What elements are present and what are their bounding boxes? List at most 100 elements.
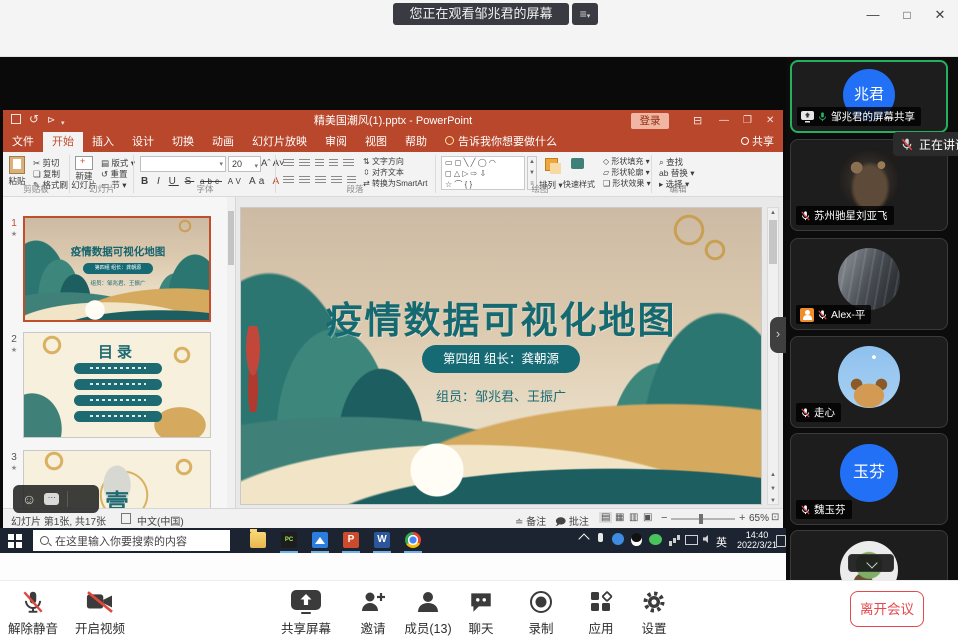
previous-slide-button[interactable]: ▲	[768, 472, 778, 478]
fit-slide-icon[interactable]: ⊡	[771, 512, 779, 523]
indent-decrease-icon[interactable]	[315, 159, 324, 168]
tab-slideshow[interactable]: 幻灯片放映	[243, 132, 316, 152]
grow-font-button[interactable]: Aˆ A˅	[261, 158, 285, 169]
chrome-icon[interactable]	[405, 532, 421, 548]
blue-app-icon[interactable]	[312, 532, 328, 548]
participant-tile[interactable]: Alex-平	[790, 238, 948, 330]
scroll-up-icon[interactable]: ▲	[768, 208, 778, 218]
notes-button[interactable]: ≐ 备注	[515, 513, 546, 528]
scroll-down-icon[interactable]: ▼	[768, 498, 778, 504]
participant-tile-sharer[interactable]: 兆君 邹兆君的屏幕共享	[790, 60, 948, 133]
maximize-button[interactable]: □	[896, 6, 918, 24]
zoom-slider-thumb[interactable]	[699, 514, 703, 524]
action-center-icon[interactable]	[776, 535, 786, 547]
tab-design[interactable]: 设计	[123, 132, 163, 152]
shape-fill-button[interactable]: ◇ 形状填充 ▾	[603, 156, 650, 167]
participant-name: 走心	[814, 405, 835, 420]
participant-name-chip: 魏玉芬	[796, 500, 852, 519]
slide-sorter-view-icon[interactable]: ▦	[615, 512, 624, 523]
slide-scrollbar[interactable]: ▲ ▲ ▼ ▼	[767, 207, 779, 505]
font-name-select[interactable]: ▾	[140, 156, 226, 172]
align-left-icon[interactable]	[283, 176, 294, 185]
pycharm-icon[interactable]: PC	[281, 532, 297, 548]
align-center-icon[interactable]	[299, 176, 310, 185]
minimize-button[interactable]: —	[862, 6, 884, 24]
participant-tile[interactable]: 玉芬 魏玉芬	[790, 433, 948, 525]
group-divider	[275, 155, 276, 193]
bullets-icon[interactable]	[283, 159, 294, 168]
ppt-close-icon[interactable]: ✕	[766, 114, 774, 128]
zoom-out-button[interactable]: −	[661, 512, 667, 524]
language-indicator[interactable]: 中文(中国)	[137, 513, 184, 528]
chat-bubble-icon[interactable]: ···	[44, 493, 59, 505]
ribbon-options-icon[interactable]: ⊟	[693, 114, 702, 128]
indent-increase-icon[interactable]	[329, 159, 338, 168]
tell-me-box[interactable]: 告诉我你想要做什么	[436, 132, 566, 152]
tab-transitions[interactable]: 切换	[163, 132, 203, 152]
shape-effects-button[interactable]: ❑ 形状效果 ▾	[603, 178, 651, 189]
main-slide-canvas[interactable]: 疫情数据可视化地图 第四组 组长：龚朝源 组员：邹兆君、王振广	[240, 207, 762, 505]
tab-file[interactable]: 文件	[3, 132, 43, 152]
collapse-videos-button[interactable]	[848, 554, 894, 572]
arrange-icon[interactable]	[545, 158, 558, 171]
thumbnail-scrollbar[interactable]	[227, 197, 235, 508]
align-text-button[interactable]: ⇳ 对齐文本	[363, 167, 404, 178]
emoji-smiley-icon[interactable]: ☺	[22, 491, 36, 507]
font-size-select[interactable]: 20▾	[228, 156, 261, 172]
word-icon[interactable]: W	[374, 532, 390, 548]
tab-home[interactable]: 开始	[43, 132, 83, 152]
slideshow-view-icon[interactable]: ▣	[643, 512, 652, 523]
text-direction-button[interactable]: ⇅ 文字方向	[363, 156, 404, 167]
line-spacing-icon[interactable]	[343, 159, 354, 168]
shape-outline-button[interactable]: ▱ 形状轮廓 ▾	[603, 167, 650, 178]
zoom-percent[interactable]: 65%	[749, 513, 769, 524]
windows-start-button[interactable]	[8, 534, 14, 540]
tab-insert[interactable]: 插入	[83, 132, 123, 152]
group-font-label: 字体	[178, 183, 232, 195]
slide-thumbnail-2[interactable]: 目录	[23, 332, 211, 438]
tab-animations[interactable]: 动画	[203, 132, 243, 152]
tray-network-icon[interactable]	[669, 541, 672, 546]
sidebar-collapse-handle[interactable]: ›	[770, 317, 786, 353]
quick-styles-button[interactable]: 快速样式	[563, 179, 595, 190]
tab-help[interactable]: 帮助	[396, 132, 436, 152]
ime-indicator[interactable]: 英	[716, 534, 727, 550]
ppt-share-button[interactable]: 共享	[732, 132, 783, 152]
ppt-login-button[interactable]: 登录	[631, 113, 669, 129]
align-right-icon[interactable]	[315, 176, 326, 185]
settings-button[interactable]: 设置	[616, 588, 692, 637]
close-button[interactable]: ✕	[929, 6, 951, 24]
share-screen-button[interactable]: 共享屏幕	[268, 588, 344, 637]
reading-view-icon[interactable]: ▥	[629, 512, 638, 523]
slide-scrollbar-thumb[interactable]	[769, 220, 777, 264]
leave-meeting-button[interactable]: 离开会议	[850, 591, 924, 627]
paste-icon[interactable]	[9, 156, 25, 174]
normal-view-icon[interactable]: ▤	[599, 512, 612, 523]
tray-expand-icon[interactable]	[578, 533, 589, 544]
numbering-icon[interactable]	[299, 159, 310, 168]
tray-blue-icon[interactable]	[612, 533, 624, 545]
slide-thumbnail-1[interactable]: 疫情数据可视化地图 第四组 组长：龚朝源 组员：邹兆君、王振广	[23, 216, 211, 322]
quick-styles-icon[interactable]	[571, 158, 584, 169]
tray-qq-icon[interactable]	[631, 533, 642, 546]
next-slide-button[interactable]: ▼	[768, 486, 778, 492]
zoom-in-button[interactable]: +	[739, 512, 745, 524]
new-slide-icon[interactable]: +	[75, 156, 93, 170]
thumbnail-scrollbar-thumb[interactable]	[228, 211, 234, 265]
ppt-minimize-icon[interactable]: —	[719, 114, 729, 128]
file-explorer-icon[interactable]	[250, 532, 266, 548]
tray-mic-icon[interactable]	[598, 533, 603, 542]
tab-view[interactable]: 视图	[356, 132, 396, 152]
unmute-button[interactable]: 解除静音	[0, 588, 71, 637]
tray-wechat-icon[interactable]	[649, 534, 662, 545]
banner-menu-button[interactable]: ≡▾	[572, 3, 598, 25]
start-video-button[interactable]: 开启视频	[62, 588, 138, 637]
tray-volume-icon[interactable]	[703, 535, 708, 543]
tab-review[interactable]: 审阅	[316, 132, 356, 152]
taskbar-search-input[interactable]: 在这里输入你要搜索的内容	[33, 530, 230, 551]
participant-tile[interactable]: 走心	[790, 336, 948, 428]
tray-battery-icon[interactable]	[685, 535, 698, 545]
ppt-restore-icon[interactable]: ❐	[743, 114, 752, 128]
zoom-slider-track[interactable]	[671, 518, 735, 520]
powerpoint-icon[interactable]: P	[343, 532, 359, 548]
